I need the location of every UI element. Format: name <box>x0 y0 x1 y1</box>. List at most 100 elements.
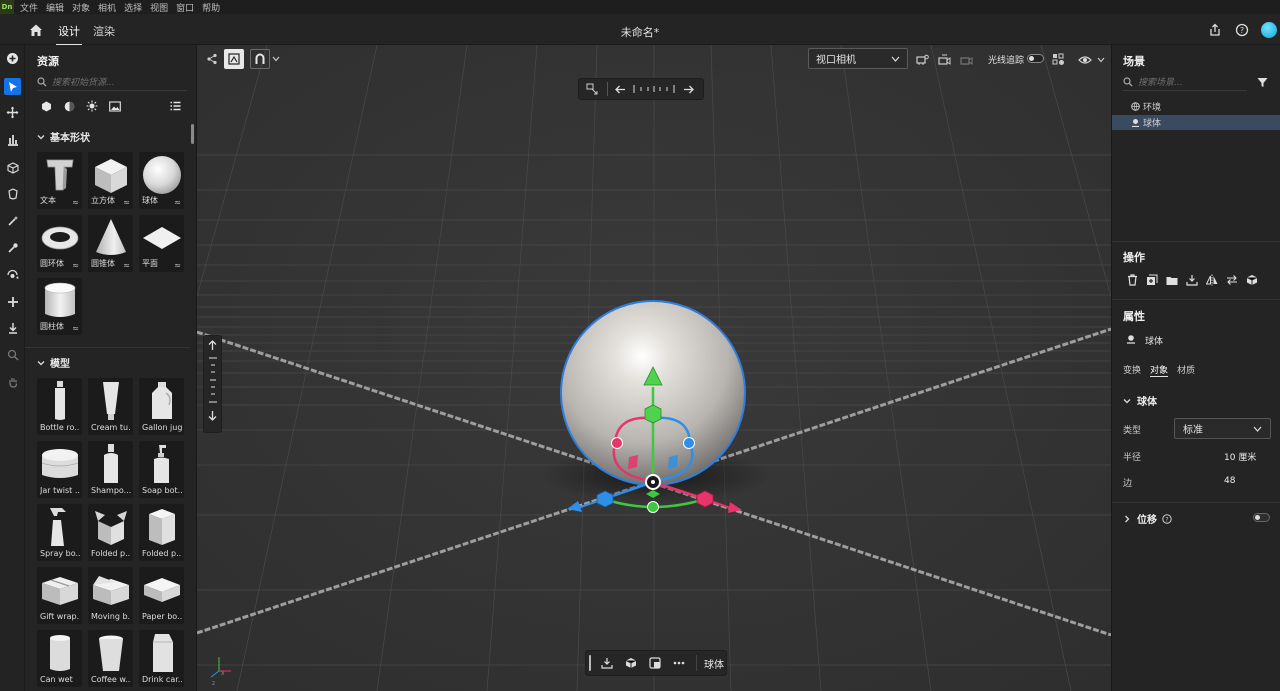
images-category-icon[interactable] <box>108 99 122 113</box>
camera-settings-icon[interactable] <box>915 52 930 67</box>
model-tile[interactable]: Paper bo... <box>139 567 184 624</box>
snap-graph-icon[interactable] <box>205 52 219 66</box>
delete-icon[interactable] <box>1125 273 1139 287</box>
swap-icon[interactable] <box>1225 273 1239 287</box>
tab-render[interactable]: 渲染 <box>93 23 115 39</box>
model-tile[interactable]: Coffee w... <box>88 630 133 687</box>
material-tool-icon[interactable] <box>4 185 21 202</box>
tab-design[interactable]: 设计 <box>56 23 82 46</box>
group-folder-icon[interactable] <box>1165 273 1179 287</box>
model-tile[interactable]: Bottle ro... <box>37 378 82 435</box>
model-tile[interactable]: Folded p... <box>88 504 133 561</box>
options-icon[interactable]: ≈ <box>174 198 181 207</box>
arrow-right-icon[interactable] <box>681 79 695 99</box>
model-tile[interactable]: Spray bo... <box>37 504 82 561</box>
displacement-toggle[interactable] <box>1253 513 1270 522</box>
object-tool-icon[interactable] <box>4 159 21 176</box>
zoom-tool-icon[interactable] <box>4 346 21 363</box>
models-category-icon[interactable] <box>39 99 53 113</box>
model-tile[interactable]: Soap bot... <box>139 441 184 498</box>
shape-tile-cylinder[interactable]: 圆柱体 ≈ <box>37 278 82 335</box>
menu-window[interactable]: 窗口 <box>176 1 194 14</box>
filter-icon[interactable] <box>1255 75 1269 89</box>
sphere-section-header[interactable]: 球体 <box>1123 393 1157 408</box>
shape-tile-cone[interactable]: 圆锥体 ≈ <box>88 215 133 272</box>
materials-category-icon[interactable] <box>62 99 76 113</box>
options-icon[interactable]: ≈ <box>123 261 130 270</box>
shape-tile-text[interactable]: 文本 ≈ <box>37 152 82 209</box>
eyedropper-icon[interactable] <box>4 239 21 256</box>
options-icon[interactable]: ≈ <box>72 198 79 207</box>
model-tile[interactable]: Can wet <box>37 630 82 687</box>
shape-tile-cube[interactable]: 立方体 ≈ <box>88 152 133 209</box>
magic-wand-icon[interactable] <box>4 212 21 229</box>
options-icon[interactable]: ≈ <box>72 324 79 333</box>
material-swatch-icon[interactable] <box>645 653 665 673</box>
avatar[interactable] <box>1261 22 1277 38</box>
light-tracing-toggle[interactable] <box>1027 54 1044 63</box>
visibility-eye-icon[interactable] <box>1077 52 1093 67</box>
sides-value-field[interactable]: 48 <box>1224 476 1235 486</box>
camera-dolly-slider[interactable] <box>630 79 678 99</box>
displacement-section-header[interactable]: 位移 ? <box>1123 511 1172 526</box>
model-tile[interactable]: Drink car... <box>139 630 184 687</box>
options-icon[interactable]: ≈ <box>72 261 79 270</box>
shape-tile-sphere[interactable]: 球体 ≈ <box>139 152 184 209</box>
shape-tile-plane[interactable]: 平面 ≈ <box>139 215 184 272</box>
models-header[interactable]: 模型 <box>37 355 70 370</box>
camera-select[interactable]: 视口相机 <box>808 48 908 69</box>
chevron-down-icon[interactable] <box>1096 55 1105 64</box>
help-icon[interactable]: ? <box>1234 22 1250 38</box>
pan-tool-icon[interactable] <box>4 293 21 310</box>
menu-view[interactable]: 视图 <box>150 1 168 14</box>
drop-to-ground-icon[interactable] <box>597 653 617 673</box>
model-tile[interactable]: Gallon jug <box>139 378 184 435</box>
menu-help[interactable]: 帮助 <box>202 1 220 14</box>
drop-to-ground-icon[interactable] <box>1185 273 1199 287</box>
mirror-icon[interactable] <box>1205 273 1219 287</box>
model-tile[interactable]: Shampo... <box>88 441 133 498</box>
chevron-down-icon[interactable] <box>271 54 280 63</box>
menu-file[interactable]: 文件 <box>20 1 38 14</box>
camera-frame-icon[interactable] <box>582 79 602 99</box>
select-tool-icon[interactable] <box>4 78 21 95</box>
model-tile[interactable]: Folded p... <box>139 504 184 561</box>
align-tool-icon[interactable] <box>4 131 21 148</box>
model-tile[interactable]: Moving b... <box>88 567 133 624</box>
arrow-left-icon[interactable] <box>613 79 627 99</box>
add-icon[interactable] <box>4 50 21 67</box>
assets-search-input[interactable]: 搜索初始货源... <box>37 73 187 91</box>
move-tool-icon[interactable] <box>4 104 21 121</box>
menu-object[interactable]: 对象 <box>72 1 90 14</box>
home-icon[interactable] <box>28 22 44 38</box>
lights-category-icon[interactable] <box>85 99 99 113</box>
scene-item-environment[interactable]: 环境 <box>1112 99 1280 114</box>
more-options-icon[interactable] <box>669 653 689 673</box>
camera-disabled-icon[interactable] <box>959 52 974 67</box>
object-cube-icon[interactable] <box>621 653 641 673</box>
duplicate-icon[interactable] <box>1145 273 1159 287</box>
render-settings-icon[interactable] <box>1051 52 1066 67</box>
scene-item-sphere[interactable]: 球体 <box>1112 115 1280 130</box>
shape-tile-torus[interactable]: 圆环体 ≈ <box>37 215 82 272</box>
tab-object[interactable]: 对象 <box>1150 363 1169 377</box>
orbit-tool-icon[interactable] <box>4 266 21 283</box>
dolly-tool-icon[interactable] <box>4 319 21 336</box>
scene-search-input[interactable]: 搜索场景... <box>1123 73 1247 91</box>
menu-camera[interactable]: 相机 <box>98 1 116 14</box>
radius-value-field[interactable]: 10 厘米 <box>1224 450 1256 463</box>
type-select[interactable]: 标准 <box>1174 418 1271 439</box>
tab-transform[interactable]: 变换 <box>1123 363 1141 376</box>
model-tile[interactable]: Jar twist ... <box>37 441 82 498</box>
hand-tool-icon[interactable] <box>4 373 21 390</box>
tab-material[interactable]: 材质 <box>1177 363 1195 376</box>
model-tile[interactable]: Gift wrap... <box>37 567 82 624</box>
snap-grid-button[interactable] <box>224 49 244 69</box>
model-tile[interactable]: Cream tu... <box>88 378 133 435</box>
options-icon[interactable]: ≈ <box>174 261 181 270</box>
viewport[interactable]: x z 视口相机 光线追踪 球体 <box>197 45 1111 691</box>
arrow-up-icon[interactable] <box>204 336 222 354</box>
share-icon[interactable] <box>1207 22 1223 38</box>
list-view-icon[interactable] <box>168 99 182 113</box>
camera-height-slider[interactable] <box>204 354 222 406</box>
